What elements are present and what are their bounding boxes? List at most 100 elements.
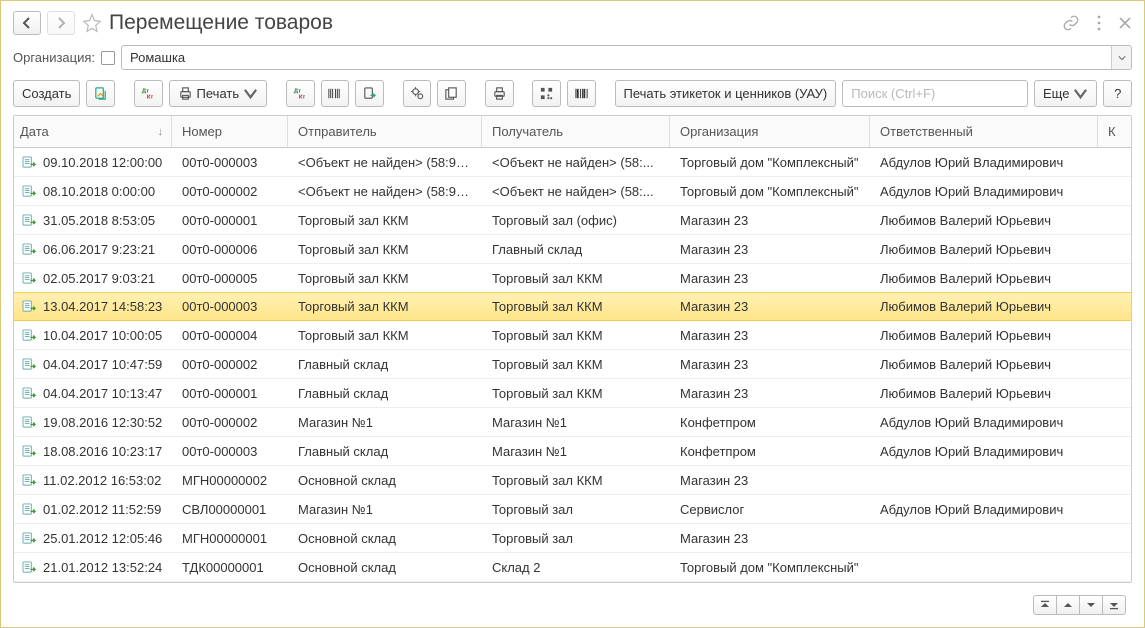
cell-number: 00т0-000002 [172,184,288,199]
cell-number: СВЛ00000001 [172,502,288,517]
table-row[interactable]: 31.05.2018 8:53:0500т0-000001Торговый за… [14,206,1131,235]
cell-number: 00т0-000005 [172,271,288,286]
doc-send-button[interactable] [355,80,384,107]
scroll-bottom-button[interactable] [1102,595,1126,615]
cell-responsible: Любимов Валерий Юрьевич [870,213,1098,228]
cell-number: 00т0-000003 [172,299,288,314]
table-row[interactable]: 04.04.2017 10:13:4700т0-000001Главный ск… [14,379,1131,408]
column-responsible[interactable]: Ответственный [870,116,1098,147]
barcode1-button[interactable] [321,80,350,107]
table-row[interactable]: 25.01.2012 12:05:46МГН00000001Основной с… [14,524,1131,553]
print-labels-button[interactable]: Печать этикеток и ценников (УАУ) [615,80,837,107]
cell-receiver: Торговый зал ККМ [482,271,670,286]
column-sender[interactable]: Отправитель [288,116,482,147]
column-receiver[interactable]: Получатель [482,116,670,147]
close-icon[interactable] [1118,16,1132,30]
nav-forward-button[interactable] [47,11,75,35]
table-row[interactable]: 18.08.2016 10:23:1700т0-000003Главный ск… [14,437,1131,466]
cell-responsible: Абдулов Юрий Владимирович [870,184,1098,199]
cell-receiver: Торговый зал ККМ [482,386,670,401]
document-icon [22,416,37,429]
more-button[interactable]: Еще [1034,80,1097,107]
copies-button[interactable] [437,80,466,107]
dtkt-button[interactable]: ДтКт [134,80,163,107]
document-icon [22,272,37,285]
document-icon [22,358,37,371]
table-row[interactable]: 13.04.2017 14:58:2300т0-000003Торговый з… [14,292,1131,321]
print-small-button[interactable] [485,80,514,107]
table-row[interactable]: 06.06.2017 9:23:2100т0-000006Торговый за… [14,235,1131,264]
search-field[interactable]: × [842,80,1028,107]
column-org[interactable]: Организация [670,116,870,147]
favorite-star-icon[interactable] [81,12,103,34]
cell-date: 25.01.2012 12:05:46 [43,531,162,546]
cell-number: 00т0-000004 [172,328,288,343]
org-filter-row: Организация: Ромашка [13,45,1132,70]
cell-date: 01.02.2012 11:52:59 [43,502,161,517]
table-row[interactable]: 21.01.2012 13:52:24ТДК00000001Основной с… [14,553,1131,582]
table-row[interactable]: 10.04.2017 10:00:0500т0-000004Торговый з… [14,321,1131,350]
gear-button[interactable] [403,80,432,107]
cell-number: ТДК00000001 [172,560,288,575]
sort-desc-icon: ↓ [158,126,164,138]
cell-sender: Главный склад [288,386,482,401]
org-field[interactable]: Ромашка [121,45,1132,70]
cell-date: 04.04.2017 10:47:59 [43,357,162,372]
cell-receiver: <Объект не найден> (58:... [482,184,670,199]
table-row[interactable]: 02.05.2017 9:03:2100т0-000005Торговый за… [14,264,1131,293]
cell-sender: Торговый зал ККМ [288,213,482,228]
column-extra[interactable]: К [1098,116,1131,147]
column-number[interactable]: Номер [172,116,288,147]
cell-responsible: Любимов Валерий Юрьевич [870,299,1098,314]
print-button[interactable]: Печать [169,80,268,107]
create-button[interactable]: Создать [13,80,80,107]
qr-button[interactable] [532,80,561,107]
cell-number: 00т0-000002 [172,415,288,430]
cell-receiver: Склад 2 [482,560,670,575]
svg-text:Кт: Кт [299,95,306,101]
table-row[interactable]: 19.08.2016 12:30:5200т0-000002Магазин №1… [14,408,1131,437]
scroll-down-button[interactable] [1079,595,1103,615]
cell-date: 08.10.2018 0:00:00 [43,184,155,199]
document-icon [22,387,37,400]
org-dropdown-button[interactable] [1111,46,1131,69]
cell-org: Магазин 23 [670,242,870,257]
cell-sender: Главный склад [288,357,482,372]
cell-receiver: Торговый зал ККМ [482,357,670,372]
cell-number: 00т0-000001 [172,213,288,228]
cell-receiver: Магазин №1 [482,444,670,459]
org-label: Организация: [13,50,95,65]
search-input[interactable] [843,86,1028,101]
table-row[interactable]: 11.02.2012 16:53:02МГН00000002Основной с… [14,466,1131,495]
kebab-menu-icon[interactable] [1092,14,1106,32]
table-row[interactable]: 04.04.2017 10:47:5900т0-000002Главный ск… [14,350,1131,379]
cell-responsible: Любимов Валерий Юрьевич [870,386,1098,401]
cell-org: Магазин 23 [670,473,870,488]
scroll-top-button[interactable] [1033,595,1057,615]
cell-org: Торговый дом "Комплексный" [670,155,870,170]
help-button[interactable]: ? [1103,80,1132,107]
cell-sender: <Объект не найден> (58:96... [288,155,482,170]
cell-number: МГН00000002 [172,473,288,488]
cell-receiver: Магазин №1 [482,415,670,430]
document-icon [22,156,37,169]
cell-responsible: Любимов Валерий Юрьевич [870,357,1098,372]
nav-back-button[interactable] [13,11,41,35]
cell-date: 21.01.2012 13:52:24 [43,560,162,575]
dtkt2-button[interactable]: ДтКт [286,80,315,107]
link-icon[interactable] [1062,14,1080,32]
svg-text:Кт: Кт [147,95,154,101]
table-row[interactable]: 08.10.2018 0:00:00 00т0-000002 <Объект не … [14,177,1131,206]
more-label: Еще [1043,86,1069,101]
table-row[interactable]: 09.10.2018 12:00:0000т0-000003<Объект не… [14,148,1131,177]
org-checkbox[interactable] [101,51,115,65]
barcode2-button[interactable] [567,80,596,107]
cell-org: Магазин 23 [670,531,870,546]
table-row[interactable]: 01.02.2012 11:52:59СВЛ00000001Магазин №1… [14,495,1131,524]
cell-responsible: Абдулов Юрий Владимирович [870,155,1098,170]
scroll-up-button[interactable] [1056,595,1080,615]
copy-doc-button[interactable] [86,80,115,107]
column-date[interactable]: Дата↓ [14,116,172,147]
cell-receiver: Торговый зал [482,502,670,517]
toolbar: Создать ДтКт Печать ДтКт [13,80,1132,107]
